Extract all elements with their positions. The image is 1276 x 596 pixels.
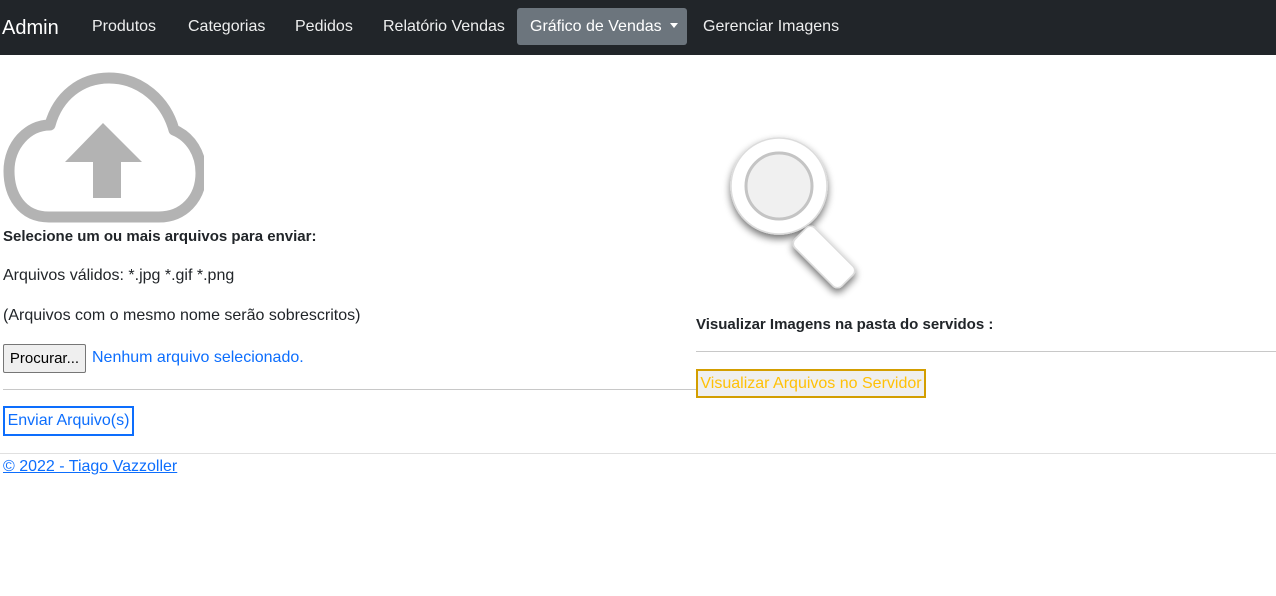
dropdown-caret-icon bbox=[669, 23, 678, 28]
upload-divider bbox=[3, 389, 696, 390]
cloud-upload-icon bbox=[3, 72, 204, 223]
nav-item-gerenciar-imagens[interactable]: Gerenciar Imagens bbox=[690, 8, 852, 45]
viewer-divider bbox=[696, 351, 1276, 352]
nav-item-grafico-vendas-label: Gráfico de Vendas bbox=[530, 18, 662, 35]
nav-item-pedidos[interactable]: Pedidos bbox=[282, 8, 366, 45]
browse-button[interactable]: Procurar... bbox=[3, 344, 86, 373]
footer-copyright-link[interactable]: © 2022 - Tiago Vazzoller bbox=[3, 458, 177, 476]
brand-link[interactable]: Admin bbox=[2, 15, 59, 41]
footer-divider bbox=[0, 453, 1276, 454]
viewer-heading: Visualizar Imagens na pasta do servidos … bbox=[696, 316, 994, 333]
top-navbar: Admin Produtos Categorias Pedidos Relató… bbox=[0, 0, 1276, 55]
nav-item-produtos[interactable]: Produtos bbox=[79, 8, 169, 45]
overwrite-note: (Arquivos com o mesmo nome serão sobresc… bbox=[3, 307, 361, 324]
magnifier-icon bbox=[730, 137, 856, 289]
send-files-button[interactable]: Enviar Arquivo(s) bbox=[3, 406, 134, 436]
nav-item-categorias[interactable]: Categorias bbox=[175, 8, 278, 45]
nav-item-relatorio-vendas[interactable]: Relatório Vendas bbox=[370, 8, 518, 45]
upload-heading: Selecione um ou mais arquivos para envia… bbox=[3, 228, 317, 245]
view-server-files-button[interactable]: Visualizar Arquivos no Servidor bbox=[696, 369, 926, 398]
valid-files-text: Arquivos válidos: *.jpg *.gif *.png bbox=[3, 267, 235, 284]
file-status-text: Nenhum arquivo selecionado. bbox=[92, 349, 304, 366]
nav-item-grafico-vendas[interactable]: Gráfico de Vendas bbox=[517, 8, 687, 45]
